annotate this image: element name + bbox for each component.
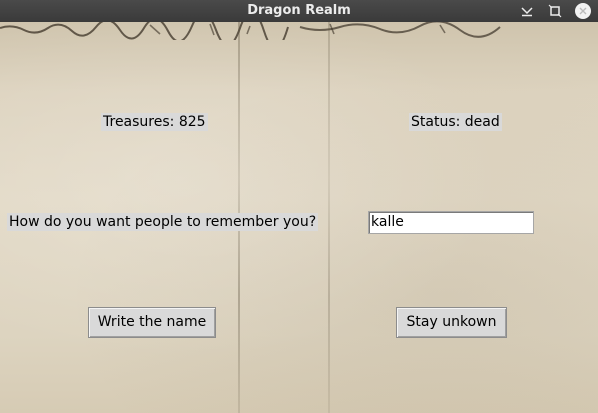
title-bar: Dragon Realm [0,0,598,22]
name-input[interactable] [371,212,531,232]
name-entry-field[interactable] [368,211,534,234]
close-button[interactable] [574,2,592,20]
stay-unknown-button[interactable]: Stay unkown [396,307,507,338]
maximize-button[interactable] [546,2,564,20]
close-icon [579,7,587,15]
handwriting-decoration [0,22,501,40]
parchment-fold [328,22,330,413]
maximize-icon [548,4,562,18]
minimize-button[interactable] [518,2,536,20]
window-title: Dragon Realm [247,3,351,18]
write-name-button[interactable]: Write the name [88,307,216,338]
minimize-icon [521,7,533,17]
status-label: Status: dead [409,113,502,131]
remember-question-label: How do you want people to remember you? [7,213,319,231]
treasures-label: Treasures: 825 [101,113,208,131]
